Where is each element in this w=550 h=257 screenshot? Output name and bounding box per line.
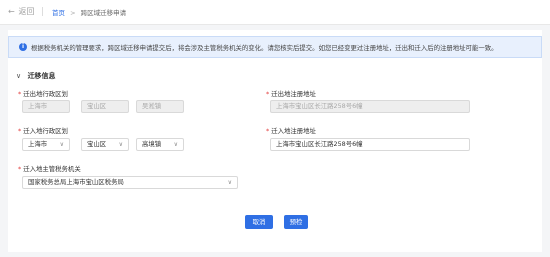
breadcrumb-home-link[interactable]: 首页 <box>52 9 65 17</box>
in-address-label: * 迁入地注册地址 <box>266 127 316 135</box>
back-label: 返回 <box>18 7 35 16</box>
in-authority-select[interactable]: 国家税务总局上海市宝山区税务局 ∨ <box>22 176 238 189</box>
in-region-label: * 迁入地行政区划 <box>18 127 68 135</box>
required-mark: * <box>18 127 22 135</box>
out-province-field: 上海市 <box>22 100 70 113</box>
top-bar: ← 返回 首页 > 跨区域迁移申请 <box>0 0 550 25</box>
out-district-field: 宝山区 <box>81 100 129 113</box>
chevron-down-icon: ∨ <box>118 141 123 148</box>
out-town-field: 吴淞镇 <box>136 100 184 113</box>
breadcrumb-separator: > <box>70 9 76 17</box>
in-province-value: 上海市 <box>28 140 48 148</box>
in-authority-label: * 迁入地主管税务机关 <box>18 165 81 173</box>
chevron-down-icon: ∨ <box>16 72 22 80</box>
chevron-down-icon: ∨ <box>173 141 178 148</box>
main-panel: i 根据税务机关的管理要求，跨区域迁移申请提交后，将会涉及主管税务机关的变化。请… <box>8 30 542 252</box>
in-authority-value: 国家税务总局上海市宝山区税务局 <box>28 178 124 186</box>
section-title: 迁移信息 <box>27 72 56 80</box>
info-alert: i 根据税务机关的管理要求，跨区域迁移申请提交后，将会涉及主管税务机关的变化。请… <box>8 36 542 58</box>
precheck-button[interactable]: 预检 <box>284 215 308 229</box>
in-district-select[interactable]: 宝山区 ∨ <box>81 138 129 151</box>
required-mark: * <box>18 90 22 98</box>
required-mark: * <box>266 90 270 98</box>
in-address-input[interactable]: 上海市宝山区长江路258号6幢 <box>270 138 470 151</box>
section-header-migration-info[interactable]: ∨ 迁移信息 <box>16 71 56 81</box>
in-town-select[interactable]: 高境镇 ∨ <box>136 138 184 151</box>
out-address-label: * 迁出地注册地址 <box>266 90 316 98</box>
back-button[interactable]: ← 返回 <box>8 6 35 17</box>
alert-text: 根据税务机关的管理要求，跨区域迁移申请提交后，将会涉及主管税务机关的变化。请您核… <box>31 44 498 52</box>
breadcrumb-current: 跨区域迁移申请 <box>80 9 127 17</box>
in-district-value: 宝山区 <box>87 140 107 148</box>
header-divider <box>42 7 43 16</box>
left-arrow-icon: ← <box>8 7 15 16</box>
chevron-down-icon: ∨ <box>59 141 64 148</box>
out-address-field: 上海市宝山区长江路258号6幢 <box>270 100 470 113</box>
breadcrumb: 首页 > 跨区域迁移申请 <box>52 7 126 17</box>
required-mark: * <box>18 165 22 173</box>
chevron-down-icon: ∨ <box>227 179 232 186</box>
out-region-label: * 迁出地行政区划 <box>18 90 68 98</box>
required-mark: * <box>266 127 270 135</box>
in-province-select[interactable]: 上海市 ∨ <box>22 138 70 151</box>
cancel-button[interactable]: 取消 <box>245 215 273 229</box>
info-icon: i <box>19 43 27 51</box>
in-town-value: 高境镇 <box>142 140 162 148</box>
